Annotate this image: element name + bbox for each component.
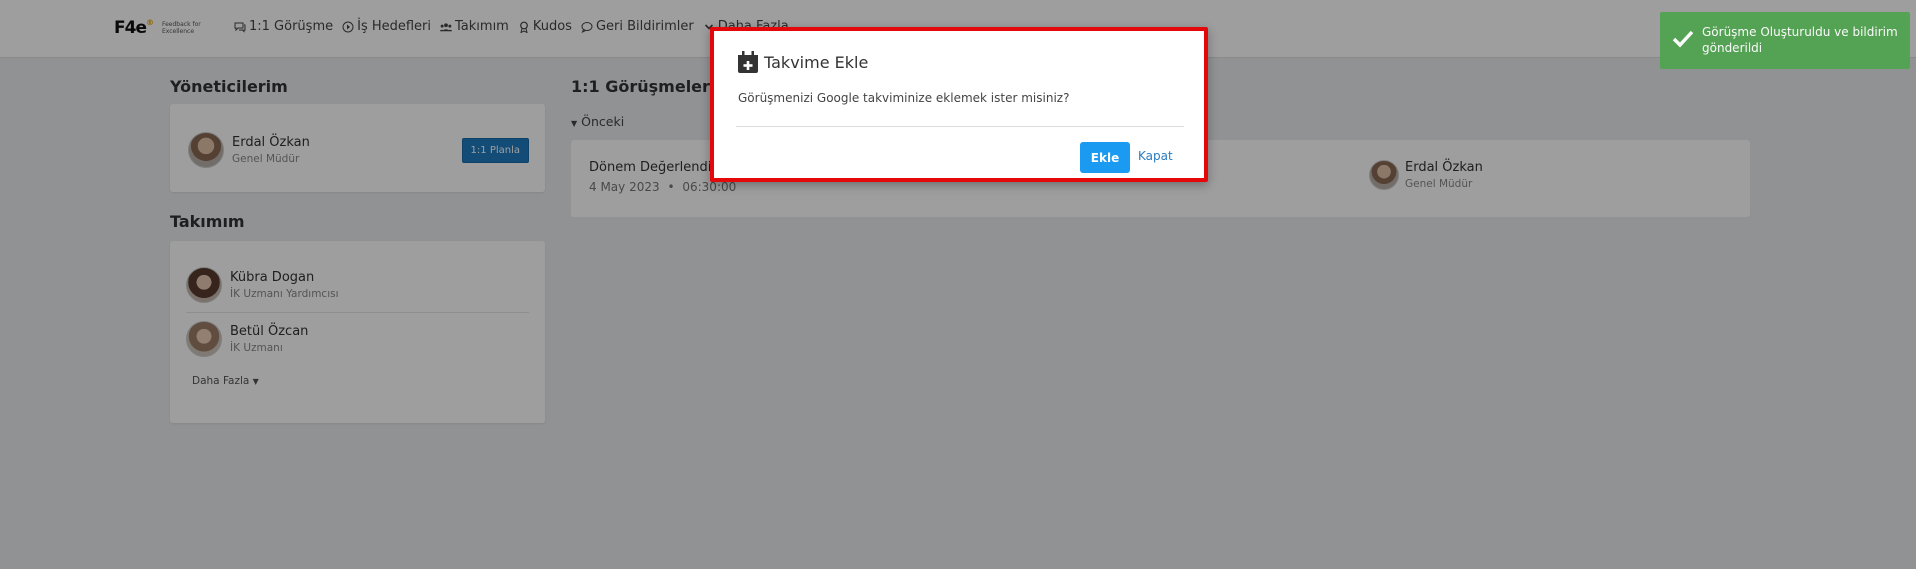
dialog-title: Takvime Ekle: [764, 52, 869, 72]
dialog-header: Takvime Ekle: [738, 51, 868, 73]
dialog-message: Görüşmenizi Google takviminize eklemek i…: [738, 91, 1070, 105]
add-to-calendar-dialog: Takvime Ekle Görüşmenizi Google takvimin…: [710, 27, 1208, 182]
success-toast[interactable]: Görüşme Oluşturuldu ve bildirim gönderil…: [1660, 12, 1910, 69]
checkmark-icon: [1672, 30, 1694, 48]
divider: [736, 126, 1184, 127]
close-button[interactable]: Kapat: [1138, 149, 1173, 163]
add-button[interactable]: Ekle: [1080, 142, 1130, 173]
calendar-plus-icon: [738, 51, 758, 73]
toast-message: Görüşme Oluşturuldu ve bildirim gönderil…: [1702, 25, 1898, 55]
